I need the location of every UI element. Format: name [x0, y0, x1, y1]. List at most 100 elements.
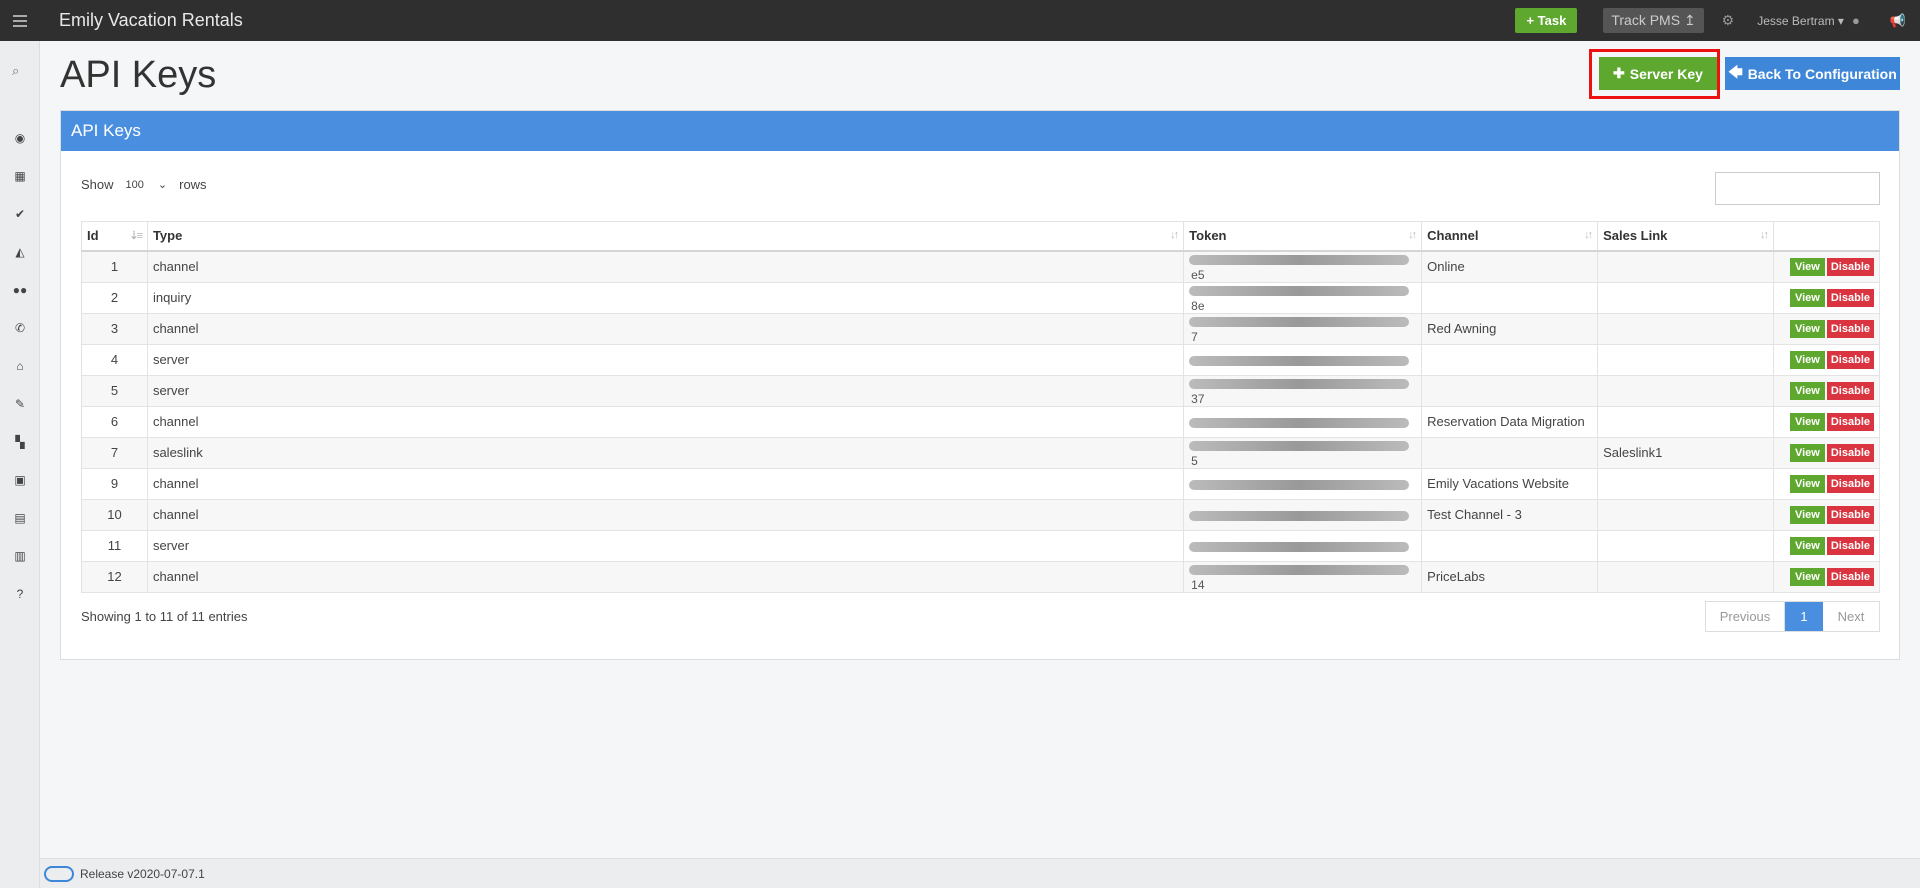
cell-actions: View Disable: [1772, 343, 1881, 376]
disable-button[interactable]: Disable: [1826, 536, 1874, 555]
page-title: API Keys: [60, 54, 217, 96]
column-header-token[interactable]: Token ↓↑: [1183, 221, 1423, 252]
column-header-actions: [1772, 221, 1881, 252]
view-button[interactable]: View: [1789, 443, 1825, 462]
disable-button[interactable]: Disable: [1826, 567, 1874, 586]
cell-id: 4: [81, 343, 148, 376]
disable-button[interactable]: Disable: [1826, 319, 1874, 338]
money-icon[interactable]: ▣: [0, 461, 40, 499]
disable-button[interactable]: Disable: [1826, 412, 1874, 431]
view-button[interactable]: View: [1789, 319, 1825, 338]
cell-id: 6: [81, 405, 148, 438]
cell-type: inquiry: [146, 281, 1185, 314]
disable-button[interactable]: Disable: [1826, 381, 1874, 400]
add-task-button[interactable]: + Task: [1515, 8, 1578, 33]
redacted-token: [1189, 417, 1410, 428]
cell-sales-link: Saleslink1: [1597, 436, 1774, 469]
cell-token: 5: [1183, 436, 1423, 469]
track-pms-button[interactable]: Track PMS ↥: [1603, 8, 1704, 33]
rows-select[interactable]: 100 ⌄: [120, 178, 174, 192]
app-title[interactable]: Emily Vacation Rentals: [59, 10, 243, 31]
redacted-token: [1189, 379, 1410, 390]
cell-token: [1183, 467, 1423, 500]
cell-actions: View Disable: [1772, 374, 1881, 407]
sort-icon: ↓↑: [1584, 229, 1593, 241]
previous-page-button[interactable]: Previous: [1706, 602, 1785, 631]
disable-button[interactable]: Disable: [1826, 474, 1874, 493]
calendar-icon[interactable]: ▦: [0, 157, 40, 195]
next-page-button[interactable]: Next: [1823, 602, 1879, 631]
area-chart-icon[interactable]: ◭: [0, 233, 40, 271]
cell-actions: View Disable: [1772, 560, 1881, 593]
add-server-key-button[interactable]: ✚ Server Key: [1599, 57, 1717, 90]
gear-icon[interactable]: ⚙: [1722, 12, 1735, 29]
view-button[interactable]: View: [1789, 257, 1825, 276]
cell-type: server: [146, 374, 1185, 407]
view-button[interactable]: View: [1789, 412, 1825, 431]
table-row: 7 saleslink 5 Saleslink1 View Disable: [81, 436, 1881, 469]
redacted-token: [1189, 286, 1410, 297]
page-1-button[interactable]: 1: [1785, 602, 1823, 631]
view-button[interactable]: View: [1789, 567, 1825, 586]
cell-actions: View Disable: [1772, 529, 1881, 562]
cell-actions: View Disable: [1772, 436, 1881, 469]
pagination: Previous 1 Next: [1705, 601, 1880, 632]
disable-button[interactable]: Disable: [1826, 505, 1874, 524]
table-row: 2 inquiry 8e View Disable: [81, 281, 1881, 314]
cell-type: channel: [146, 467, 1185, 500]
cell-type: saleslink: [146, 436, 1185, 469]
cell-token: [1183, 405, 1423, 438]
sort-icon: ↓↑: [1408, 229, 1417, 241]
view-button[interactable]: View: [1789, 536, 1825, 555]
redacted-token: [1189, 355, 1410, 366]
column-header-sales-link[interactable]: Sales Link ↓↑: [1597, 221, 1774, 252]
back-to-configuration-button[interactable]: 🡄 Back To Configuration: [1725, 57, 1900, 90]
view-button[interactable]: View: [1789, 381, 1825, 400]
grid-icon[interactable]: ▚: [0, 423, 40, 461]
column-header-id[interactable]: Id ⇣≡: [81, 221, 148, 252]
menu-icon[interactable]: [0, 0, 40, 41]
entries-info: Showing 1 to 11 of 11 entries: [81, 609, 248, 624]
view-button[interactable]: View: [1789, 505, 1825, 524]
cell-token: [1183, 343, 1423, 376]
column-header-channel[interactable]: Channel ↓↑: [1421, 221, 1599, 252]
cell-actions: View Disable: [1772, 467, 1881, 500]
help-icon[interactable]: ?: [0, 575, 40, 613]
user-menu[interactable]: Jesse Bertram ▾: [1757, 14, 1844, 28]
cell-token: 8e: [1183, 281, 1423, 314]
cell-type: server: [146, 529, 1185, 562]
bar-chart-icon[interactable]: ▥: [0, 537, 40, 575]
cell-sales-link: [1597, 467, 1774, 500]
table-row: 12 channel 14 PriceLabs View Disable: [81, 560, 1881, 593]
cell-channel: Emily Vacations Website: [1421, 467, 1599, 500]
cell-id: 2: [81, 281, 148, 314]
dashboard-icon[interactable]: ◉: [0, 119, 40, 157]
cell-id: 7: [81, 436, 148, 469]
disable-button[interactable]: Disable: [1826, 443, 1874, 462]
disable-button[interactable]: Disable: [1826, 257, 1874, 276]
check-icon[interactable]: ✔: [0, 195, 40, 233]
sidebar: ⌕ ◉ ▦ ✔ ◭ ●● ✆ ⌂ ✎ ▚ ▣ ▤ ▥ ?: [0, 41, 40, 888]
arrow-left-icon: 🡄: [1728, 63, 1743, 80]
search-icon[interactable]: ⌕: [12, 63, 26, 78]
megaphone-icon[interactable]: 📢: [1890, 13, 1906, 29]
users-icon[interactable]: ●●: [0, 271, 40, 309]
briefcase-icon[interactable]: ▤: [0, 499, 40, 537]
cell-channel: [1421, 281, 1599, 314]
cell-sales-link: [1597, 312, 1774, 345]
search-input[interactable]: [1715, 172, 1880, 205]
wrench-icon[interactable]: ✎: [0, 385, 40, 423]
column-header-type[interactable]: Type ↓↑: [146, 221, 1185, 252]
view-button[interactable]: View: [1789, 350, 1825, 369]
cell-token: 7: [1183, 312, 1423, 345]
phone-icon[interactable]: ✆: [0, 309, 40, 347]
disable-button[interactable]: Disable: [1826, 288, 1874, 307]
cell-sales-link: [1597, 250, 1774, 283]
view-button[interactable]: View: [1789, 288, 1825, 307]
cell-channel: Test Channel - 3: [1421, 498, 1599, 531]
view-button[interactable]: View: [1789, 474, 1825, 493]
cell-type: channel: [146, 405, 1185, 438]
cell-id: 5: [81, 374, 148, 407]
home-icon[interactable]: ⌂: [0, 347, 40, 385]
disable-button[interactable]: Disable: [1826, 350, 1874, 369]
